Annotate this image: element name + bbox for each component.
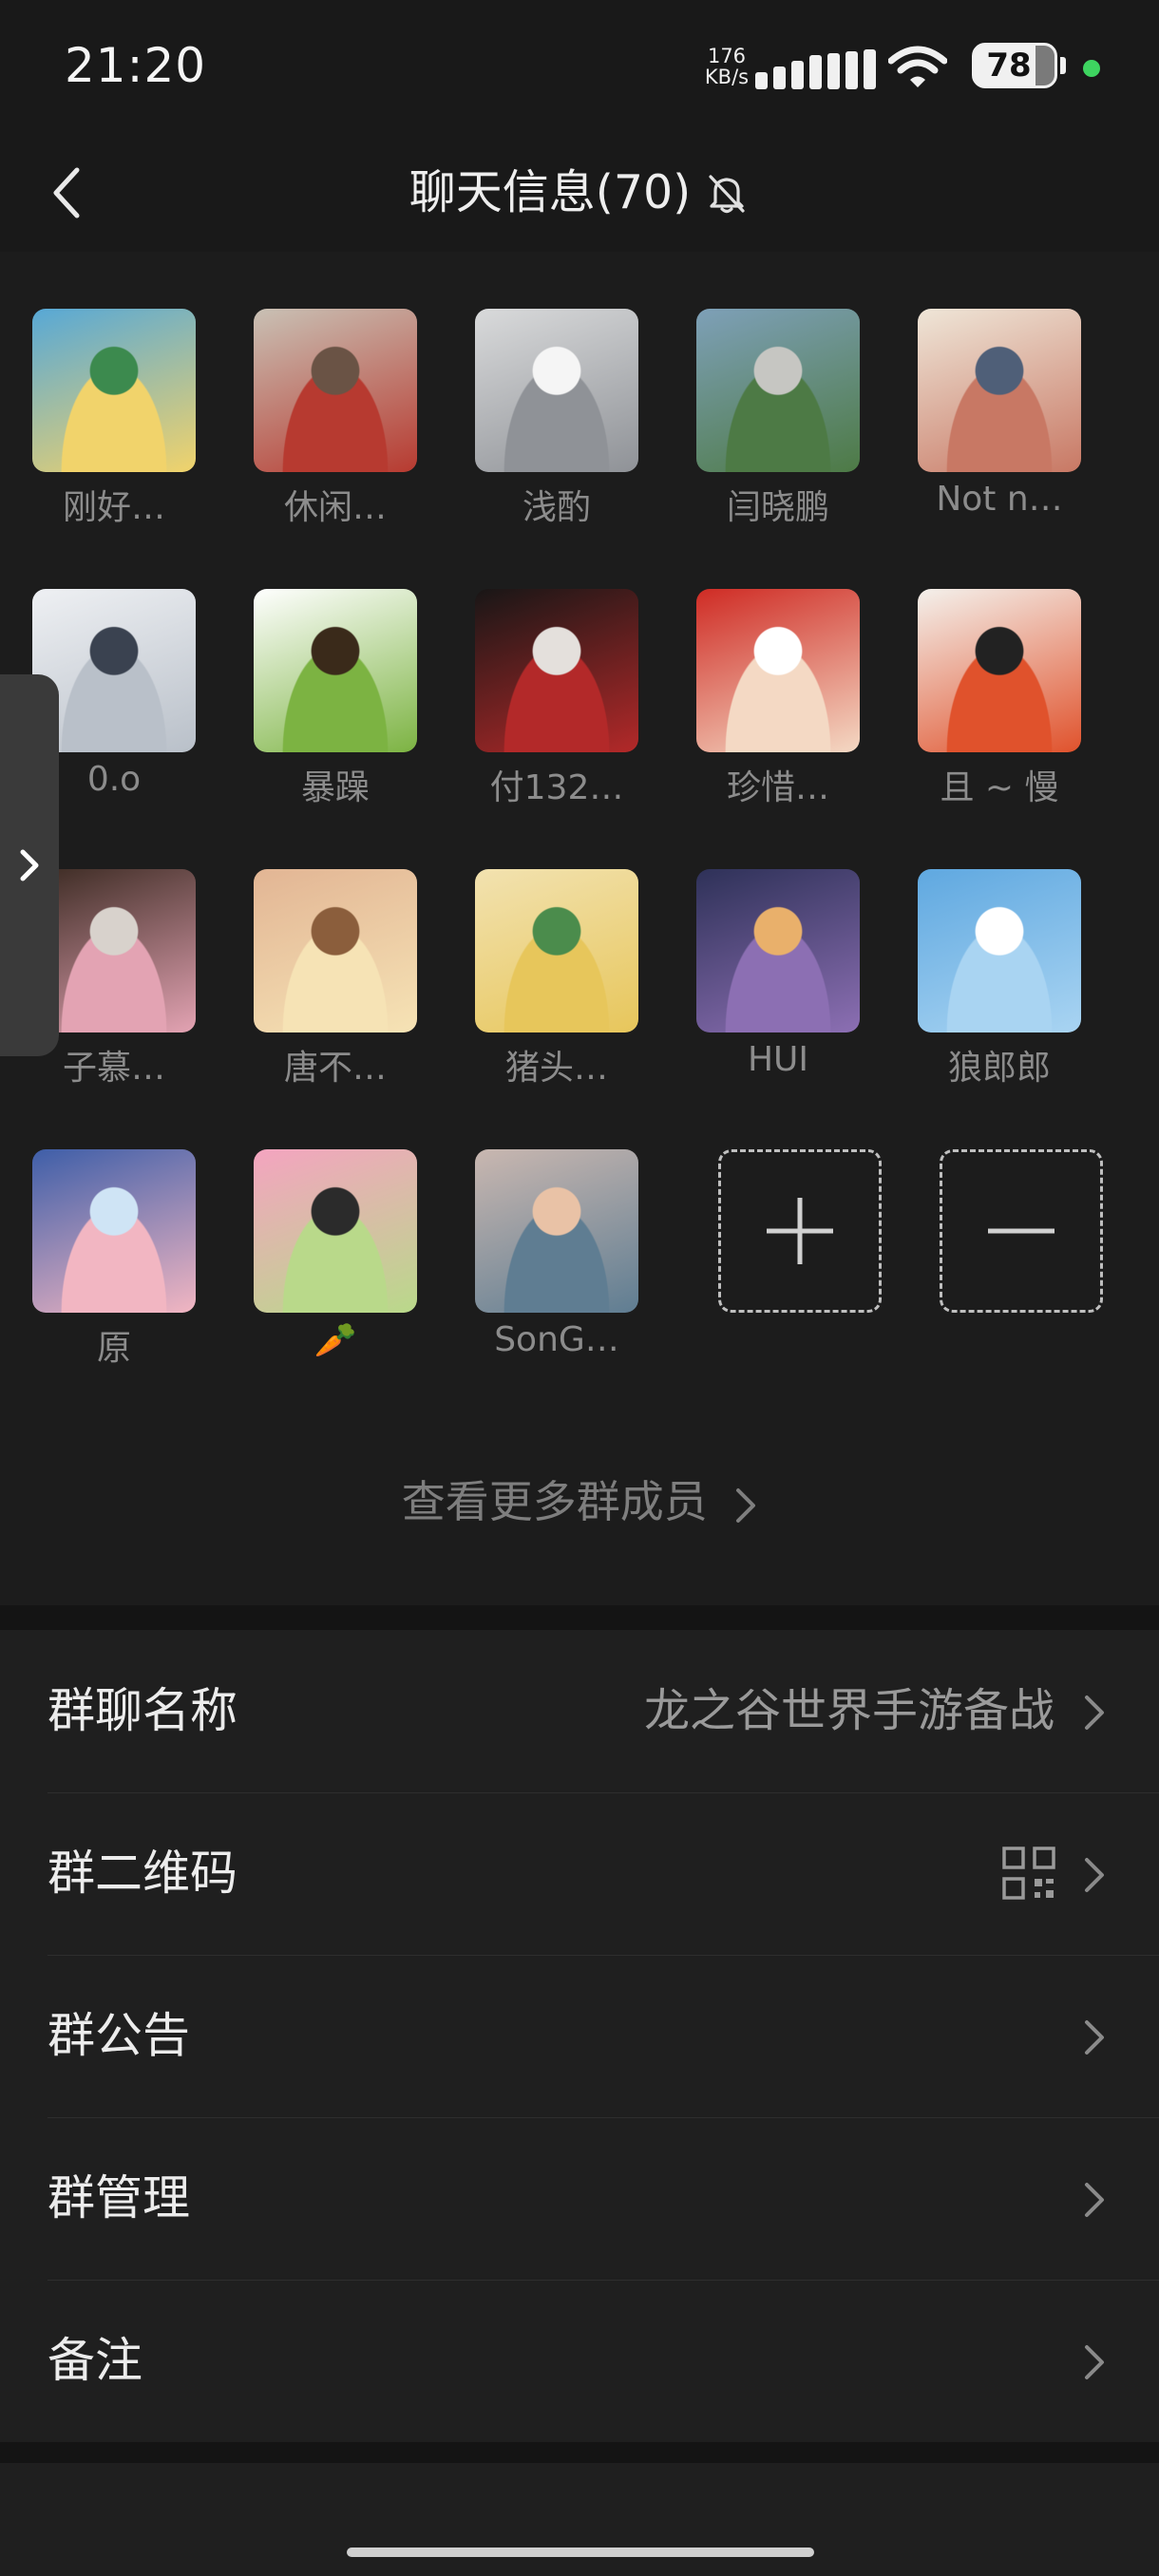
member-name: 浅酌 bbox=[522, 488, 591, 527]
net-speed: 176 KB/s bbox=[704, 45, 750, 88]
side-drawer-handle[interactable] bbox=[0, 674, 59, 1056]
status-time: 21:20 bbox=[65, 38, 207, 93]
home-indicator[interactable] bbox=[347, 2548, 814, 2557]
member-avatar bbox=[918, 869, 1081, 1032]
member-avatar bbox=[696, 589, 860, 752]
member-avatar bbox=[475, 1149, 638, 1313]
member-avatar bbox=[254, 869, 417, 1032]
member-avatar bbox=[696, 309, 860, 472]
member-item[interactable]: 刚好… bbox=[10, 309, 200, 556]
member-name: 唐不… bbox=[283, 1049, 387, 1088]
see-more-label: 查看更多群成员 bbox=[401, 1476, 708, 1527]
member-name: HUI bbox=[747, 1040, 809, 1079]
member-name: 休闲… bbox=[283, 488, 387, 527]
member-avatar bbox=[475, 589, 638, 752]
group-name-row[interactable]: 群聊名称 龙之谷世界手游备战 bbox=[0, 1630, 1159, 1792]
section-divider bbox=[0, 1605, 1159, 1630]
member-item[interactable]: 猪头… bbox=[452, 869, 642, 1116]
member-item[interactable]: 暴躁 bbox=[231, 589, 421, 836]
member-name: 且 ~ 慢 bbox=[940, 768, 1059, 807]
member-avatar bbox=[918, 589, 1081, 752]
group-announcement-row[interactable]: 群公告 bbox=[0, 1955, 1159, 2117]
member-name: 猪头… bbox=[504, 1049, 608, 1088]
member-avatar bbox=[254, 309, 417, 472]
qr-code-icon bbox=[1002, 1847, 1055, 1900]
member-item[interactable]: 付132… bbox=[452, 589, 642, 836]
member-item[interactable]: Not n… bbox=[895, 309, 1085, 556]
group-name-value: 龙之谷世界手游备战 bbox=[643, 1684, 1054, 1737]
add-member-button[interactable] bbox=[718, 1149, 882, 1313]
member-avatar bbox=[475, 309, 638, 472]
member-avatar bbox=[475, 869, 638, 1032]
settings-list: 群聊名称 龙之谷世界手游备战 群二维码 群公告 群管理 备注 bbox=[0, 1630, 1159, 2442]
member-avatar bbox=[918, 309, 1081, 472]
group-qr-code-row[interactable]: 群二维码 bbox=[0, 1792, 1159, 1955]
member-avatar bbox=[32, 309, 196, 472]
group-management-row[interactable]: 群管理 bbox=[0, 2117, 1159, 2280]
member-name: 珍惜… bbox=[726, 768, 829, 807]
minus-icon bbox=[988, 1228, 1054, 1234]
row-label: 群公告 bbox=[48, 2008, 190, 2063]
battery-icon: 78 bbox=[972, 43, 1057, 88]
member-name: 付132… bbox=[489, 768, 624, 807]
member-avatar bbox=[254, 1149, 417, 1313]
member-item[interactable]: 且 ~ 慢 bbox=[895, 589, 1085, 836]
member-name: Not n… bbox=[936, 480, 1063, 519]
member-avatar bbox=[32, 1149, 196, 1313]
member-avatar bbox=[254, 589, 417, 752]
privacy-indicator-dot bbox=[1083, 60, 1100, 77]
chevron-right-icon bbox=[1085, 2020, 1104, 2055]
member-name: 闫晓鹏 bbox=[726, 488, 829, 527]
battery-level: 78 bbox=[986, 47, 1032, 85]
status-bar: 21:20 176 KB/s 78 bbox=[0, 0, 1159, 133]
member-item[interactable]: 狼郎郎 bbox=[895, 869, 1085, 1116]
chevron-right-icon bbox=[1085, 2183, 1104, 2217]
row-label: 群聊名称 bbox=[48, 1683, 238, 1738]
member-name: 刚好… bbox=[62, 488, 165, 527]
member-item[interactable]: 浅酌 bbox=[452, 309, 642, 556]
signal-bars-icon bbox=[755, 46, 877, 89]
section-divider bbox=[0, 2442, 1159, 2463]
row-label: 群二维码 bbox=[48, 1846, 238, 1901]
member-name: 原 bbox=[96, 1329, 131, 1368]
next-settings-section bbox=[0, 2463, 1159, 2576]
member-item[interactable]: 唐不… bbox=[231, 869, 421, 1116]
header-bar: 聊天信息(70) bbox=[0, 133, 1159, 252]
chevron-right-icon bbox=[1085, 1858, 1104, 1892]
row-label: 群管理 bbox=[48, 2170, 190, 2226]
remark-row[interactable]: 备注 bbox=[0, 2280, 1159, 2442]
plus-icon bbox=[767, 1198, 833, 1264]
remove-member-button[interactable] bbox=[940, 1149, 1103, 1313]
chat-info-screen: 21:20 176 KB/s 78 聊天信息(70) 刚好… 休闲… 浅酌 闫晓… bbox=[0, 0, 1159, 2576]
chevron-right-icon bbox=[736, 1487, 756, 1523]
battery-tip bbox=[1060, 57, 1066, 74]
see-more-members-link[interactable]: 查看更多群成员 bbox=[0, 1468, 1159, 1530]
member-item[interactable]: 珍惜… bbox=[674, 589, 864, 836]
chevron-right-icon bbox=[20, 849, 39, 881]
member-item[interactable]: SonG… bbox=[452, 1149, 642, 1396]
member-item[interactable]: HUI bbox=[674, 869, 864, 1116]
chevron-right-icon bbox=[1085, 1695, 1104, 1730]
member-item[interactable]: 闫晓鹏 bbox=[674, 309, 864, 556]
member-item[interactable]: 原 bbox=[10, 1149, 200, 1396]
page-title-wrap: 聊天信息(70) bbox=[0, 152, 1159, 233]
member-name: 狼郎郎 bbox=[947, 1049, 1051, 1088]
chevron-right-icon bbox=[1085, 2345, 1104, 2379]
member-item[interactable]: 🥕 bbox=[231, 1149, 421, 1396]
member-name: 🥕 bbox=[314, 1321, 357, 1360]
member-avatar bbox=[696, 869, 860, 1032]
member-name: SonG… bbox=[494, 1320, 619, 1359]
member-grid: 刚好… 休闲… 浅酌 闫晓鹏 Not n… 0.o 暴躁 付132… 珍惜… 且 ~ 慢子慕… 唐不… bbox=[0, 252, 1159, 1601]
bell-off-icon bbox=[709, 174, 745, 213]
page-title: 聊天信息(70) bbox=[408, 165, 692, 219]
member-item[interactable]: 休闲… bbox=[231, 309, 421, 556]
member-name: 暴躁 bbox=[300, 768, 370, 807]
row-label: 备注 bbox=[48, 2333, 142, 2388]
wifi-icon bbox=[888, 46, 947, 87]
